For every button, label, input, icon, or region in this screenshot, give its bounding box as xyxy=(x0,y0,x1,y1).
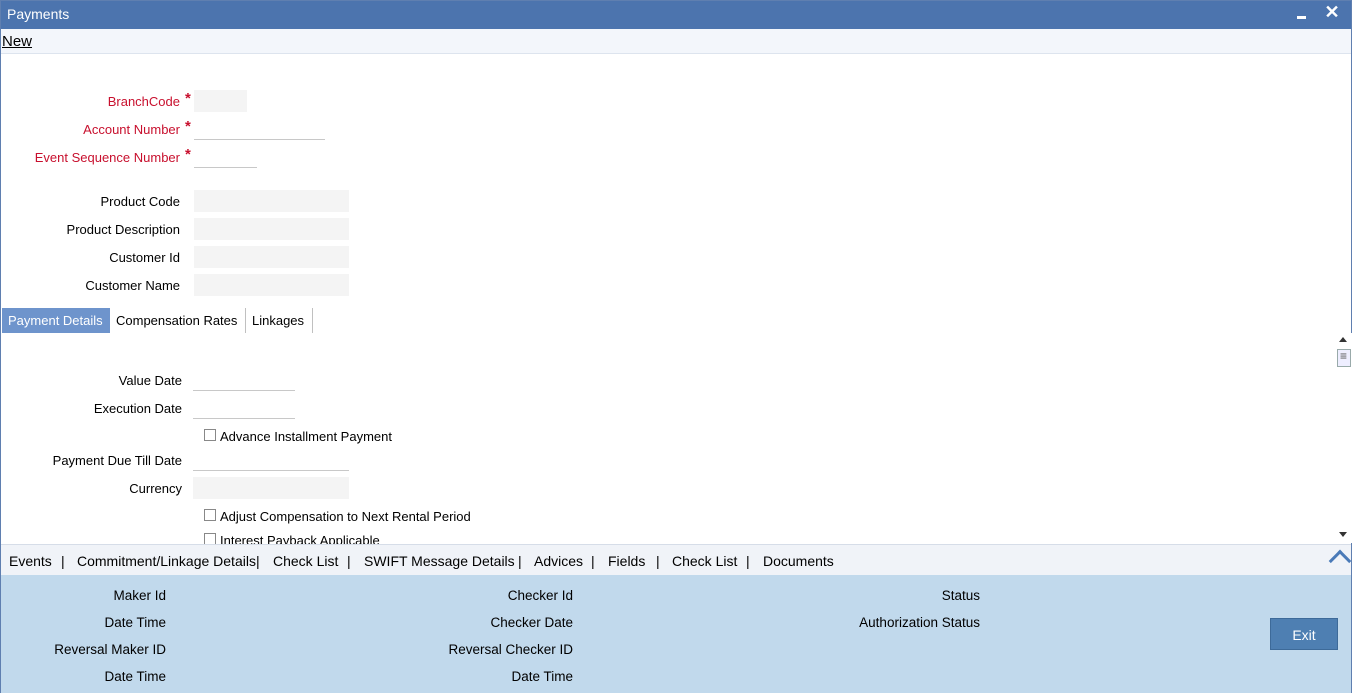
interest-payback-label: Interest Payback Applicable xyxy=(220,533,380,544)
nav-fields[interactable]: Fields xyxy=(608,553,645,569)
advance-installment-label: Advance Installment Payment xyxy=(220,429,392,444)
vertical-scrollbar[interactable] xyxy=(1336,333,1352,543)
window-title: Payments xyxy=(7,6,70,22)
new-link[interactable]: New xyxy=(2,33,32,50)
tab-strip: Payment Details Compensation Rates Linka… xyxy=(2,308,1336,334)
status-label: Status xyxy=(941,588,980,603)
reversal-checker-id-label: Reversal Checker ID xyxy=(448,642,573,657)
branch-code-label: BranchCode xyxy=(107,94,180,109)
value-date-label: Value Date xyxy=(118,373,182,388)
nav-commitment-linkage-details[interactable]: Commitment/Linkage Details xyxy=(77,553,256,569)
nav-check-list[interactable]: Check List xyxy=(273,553,338,569)
audit-panel: Maker Id Date Time Reversal Maker ID Dat… xyxy=(1,575,1351,693)
nav-events[interactable]: Events xyxy=(9,553,52,569)
checker-date-label: Checker Date xyxy=(490,615,573,630)
nav-separator: | xyxy=(61,553,65,569)
adjust-compensation-label: Adjust Compensation to Next Rental Perio… xyxy=(220,509,471,524)
maker-id-label: Maker Id xyxy=(113,588,166,603)
account-number-field[interactable] xyxy=(194,118,325,140)
payment-due-till-date-field[interactable] xyxy=(193,449,349,471)
footer-nav: Events | Commitment/Linkage Details | Ch… xyxy=(1,544,1351,575)
required-marker: * xyxy=(185,90,191,107)
customer-id-label: Customer Id xyxy=(109,250,180,265)
adjust-compensation-checkbox[interactable] xyxy=(204,509,216,521)
nav-separator: | xyxy=(347,553,351,569)
close-icon[interactable]: ✕ xyxy=(1323,2,1341,22)
nav-separator: | xyxy=(656,553,660,569)
scroll-up-icon[interactable] xyxy=(1339,337,1347,342)
nav-swift-message-details[interactable]: SWIFT Message Details xyxy=(364,553,515,569)
event-sequence-number-field[interactable] xyxy=(194,146,257,168)
scroll-thumb[interactable] xyxy=(1337,349,1351,367)
exit-button[interactable]: Exit xyxy=(1270,618,1338,650)
nav-documents[interactable]: Documents xyxy=(763,553,834,569)
nav-check-list-2[interactable]: Check List xyxy=(672,553,737,569)
tab-compensation-rates[interactable]: Compensation Rates xyxy=(110,308,246,333)
currency-field[interactable] xyxy=(193,477,349,499)
date-time-label: Date Time xyxy=(104,669,166,684)
payments-window: Payments ✕ New BranchCode * Account Numb… xyxy=(0,0,1352,693)
branch-code-field[interactable] xyxy=(194,90,247,112)
payment-details-panel: Value Date Execution Date Advance Instal… xyxy=(1,334,1336,544)
customer-name-label: Customer Name xyxy=(85,278,180,293)
chevron-up-icon[interactable] xyxy=(1329,547,1351,565)
value-date-field[interactable] xyxy=(193,369,295,391)
product-description-label: Product Description xyxy=(66,222,180,237)
advance-installment-checkbox[interactable] xyxy=(204,429,216,441)
title-bar: Payments ✕ xyxy=(1,1,1351,29)
date-time-label: Date Time xyxy=(511,669,573,684)
authorization-status-label: Authorization Status xyxy=(859,615,980,630)
required-marker: * xyxy=(185,146,191,163)
execution-date-label: Execution Date xyxy=(93,401,182,416)
reversal-maker-id-label: Reversal Maker ID xyxy=(54,642,166,657)
payment-due-till-date-label: Payment Due Till Date xyxy=(52,453,182,468)
nav-separator: | xyxy=(256,553,260,569)
checker-id-label: Checker Id xyxy=(507,588,573,603)
product-code-label: Product Code xyxy=(100,194,181,209)
date-time-label: Date Time xyxy=(104,615,166,630)
nav-separator: | xyxy=(746,553,750,569)
customer-name-field[interactable] xyxy=(194,274,349,296)
product-code-field[interactable] xyxy=(194,190,349,212)
event-sequence-number-label: Event Sequence Number xyxy=(34,150,180,165)
tab-linkages[interactable]: Linkages xyxy=(246,308,313,333)
tab-payment-details[interactable]: Payment Details xyxy=(2,308,110,333)
product-description-field[interactable] xyxy=(194,218,349,240)
scroll-down-icon[interactable] xyxy=(1339,532,1347,537)
minimize-icon[interactable] xyxy=(1295,5,1309,23)
interest-payback-checkbox[interactable] xyxy=(204,533,216,544)
required-marker: * xyxy=(185,118,191,135)
nav-advices[interactable]: Advices xyxy=(534,553,583,569)
nav-separator: | xyxy=(591,553,595,569)
currency-label: Currency xyxy=(129,481,182,496)
account-number-label: Account Number xyxy=(83,122,180,137)
nav-separator: | xyxy=(518,553,522,569)
menu-bar: New xyxy=(1,29,1351,54)
execution-date-field[interactable] xyxy=(193,397,295,419)
customer-id-field[interactable] xyxy=(194,246,349,268)
